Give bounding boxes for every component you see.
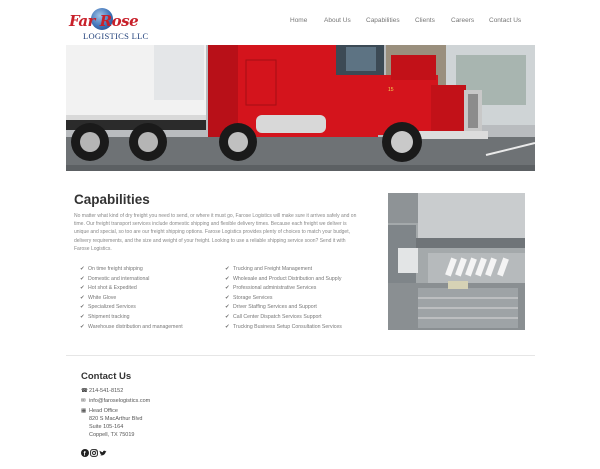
page-title: Capabilities bbox=[74, 192, 150, 207]
contact-email[interactable]: ✉ info@faroselogistics.com bbox=[81, 398, 150, 404]
list-item: ✔ Driver Staffing Services and Support bbox=[221, 303, 371, 313]
warehouse-aerial-image bbox=[388, 193, 525, 330]
logo-script-text: Far Rose bbox=[69, 12, 139, 30]
list-item: ✔ Wholesale and Product Distribution and … bbox=[221, 275, 371, 285]
check-icon: ✔ bbox=[80, 275, 85, 282]
list-item: ✔ Warehouse distribution and management bbox=[76, 323, 226, 333]
check-icon: ✔ bbox=[80, 313, 85, 320]
section-divider bbox=[66, 355, 535, 356]
check-icon: ✔ bbox=[225, 275, 230, 282]
check-icon: ✔ bbox=[225, 323, 230, 330]
building-icon: ▦ bbox=[81, 408, 87, 414]
contact-office-label: ▦ Head Office bbox=[81, 408, 118, 414]
company-logo[interactable]: Far Rose LOGISTICS LLC bbox=[69, 6, 157, 42]
check-icon: ✔ bbox=[80, 304, 85, 311]
list-item: ✔ Trucking Business Setup Consultation Se… bbox=[221, 323, 371, 333]
facebook-icon[interactable]: f bbox=[81, 444, 89, 458]
envelope-icon: ✉ bbox=[81, 398, 86, 404]
capabilities-intro: No matter what kind of dry freight you n… bbox=[74, 213, 357, 252]
nav-about-us[interactable]: About Us bbox=[324, 17, 351, 24]
hero-truck-image: 15 bbox=[66, 45, 535, 171]
phone-icon: ☎ bbox=[81, 388, 88, 394]
services-list-left: ✔ On time freight shipping ✔ Domestic and … bbox=[76, 265, 226, 332]
list-item: ✔ Storage Services bbox=[221, 294, 371, 304]
twitter-icon[interactable] bbox=[99, 444, 107, 456]
check-icon: ✔ bbox=[225, 294, 230, 301]
nav-capabilities[interactable]: Capabilities bbox=[366, 17, 400, 24]
address-line: Suite 105-164 bbox=[89, 424, 124, 430]
nav-careers[interactable]: Careers bbox=[451, 17, 474, 24]
check-icon: ✔ bbox=[80, 323, 85, 330]
logo-subtext: LOGISTICS LLC bbox=[83, 31, 149, 41]
list-item: ✔ Call Center Dispatch Services Support bbox=[221, 313, 371, 323]
nav-home[interactable]: Home bbox=[290, 17, 307, 24]
address-line: Coppell, TX 75019 bbox=[89, 432, 135, 438]
list-item: ✔ Domestic and international bbox=[76, 275, 226, 285]
list-item: ✔ Hot shot & Expedited bbox=[76, 284, 226, 294]
check-icon: ✔ bbox=[80, 285, 85, 292]
list-item: ✔ Specialized Services bbox=[76, 303, 226, 313]
svg-text:15: 15 bbox=[388, 87, 394, 93]
list-item: ✔ White Glove bbox=[76, 294, 226, 304]
services-list-right: ✔ Trucking and Freight Management ✔ Wholes… bbox=[221, 265, 371, 332]
address-line: 820 S MacArthur Blvd bbox=[89, 416, 143, 422]
list-item: ✔ Shipment tracking bbox=[76, 313, 226, 323]
check-icon: ✔ bbox=[225, 313, 230, 320]
nav-clients[interactable]: Clients bbox=[415, 17, 435, 24]
check-icon: ✔ bbox=[225, 304, 230, 311]
list-item: ✔ Trucking and Freight Management bbox=[221, 265, 371, 275]
contact-title: Contact Us bbox=[81, 371, 132, 382]
site-header: Far Rose LOGISTICS LLC Home About Us Cap… bbox=[0, 0, 600, 45]
check-icon: ✔ bbox=[225, 266, 230, 272]
list-item: ✔ Professional administrative Services bbox=[221, 284, 371, 294]
check-icon: ✔ bbox=[80, 294, 85, 301]
instagram-icon[interactable] bbox=[90, 444, 98, 457]
nav-contact-us[interactable]: Contact Us bbox=[489, 17, 521, 24]
check-icon: ✔ bbox=[225, 285, 230, 292]
list-item: ✔ On time freight shipping bbox=[76, 265, 226, 275]
check-icon: ✔ bbox=[80, 266, 85, 272]
contact-phone[interactable]: ☎214-541-8152 bbox=[81, 388, 123, 394]
